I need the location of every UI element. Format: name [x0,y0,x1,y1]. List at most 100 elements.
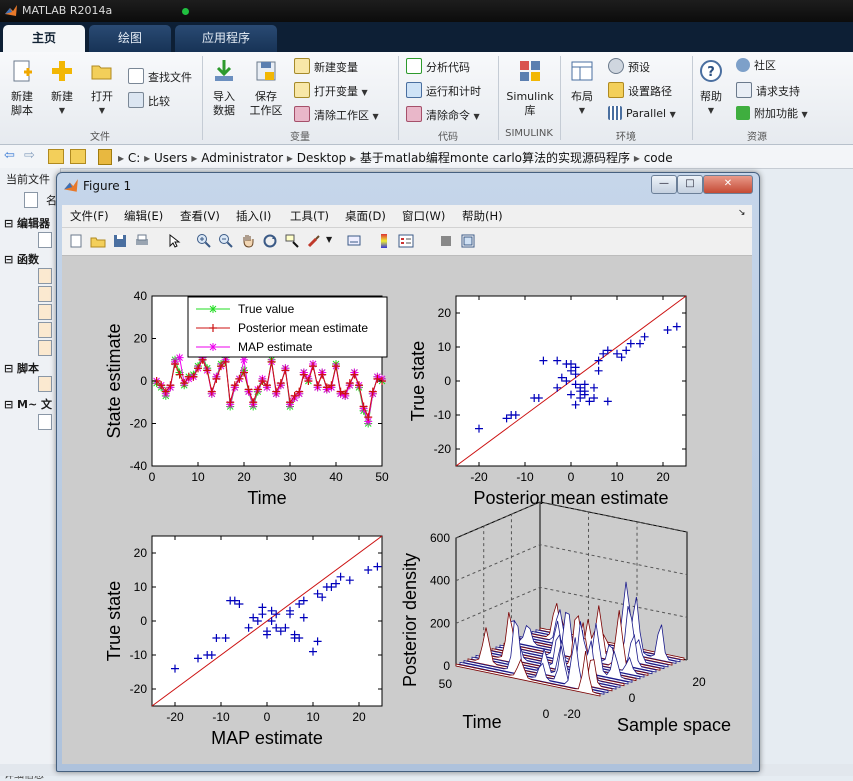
menu-edit[interactable]: 编辑(E) [124,208,163,224]
clear-commands-button[interactable]: 清除命令 ▼ [406,106,480,125]
simulink-label-1: Simulink [506,90,554,103]
back-arrow-icon[interactable]: ⇦ [4,148,15,163]
brush-icon[interactable] [306,233,322,249]
tab-home[interactable]: 主页 [3,25,85,52]
run-time-label: 运行和计时 [426,85,481,98]
new-variable-button[interactable]: 新建变量 [294,58,358,76]
parallel-label: Parallel [626,107,667,120]
analyze-code-button[interactable]: 分析代码 [406,58,470,76]
save-icon[interactable] [112,233,128,249]
analyze-code-icon [406,58,422,74]
simulink-library-button[interactable]: Simulink 库 [502,58,558,118]
open-file-icon[interactable] [90,233,106,249]
set-path-button[interactable]: 设置路径 [608,82,672,100]
run-time-button[interactable]: 运行和计时 [406,82,481,100]
tab-apps[interactable]: 应用程序 [175,25,277,52]
axes-0-ytick-label: 20 [134,332,148,346]
layout-button[interactable]: 布局 ▼ [564,58,600,118]
save-workspace-button[interactable]: 保存 工作区 [246,58,286,118]
preferences-button[interactable]: 预设 [608,58,650,76]
function-file-icon[interactable] [38,322,52,338]
function-file-icon[interactable] [38,286,52,302]
axes-3-time-tick-label: 0 [543,707,550,721]
zoom-out-icon[interactable] [218,233,234,249]
function-file-icon[interactable] [38,340,52,356]
chevron-down-icon[interactable]: ▼ [326,235,332,244]
minimize-button[interactable]: — [651,175,677,194]
simulink-icon [520,61,540,81]
maximize-button[interactable]: □ [677,175,703,194]
function-file-icon[interactable] [38,304,52,320]
rotate-3d-icon[interactable] [262,233,278,249]
data-cursor-icon[interactable] [284,233,300,249]
breadcrumb-item[interactable]: Users [154,151,188,165]
menu-file[interactable]: 文件(F) [70,208,109,224]
link-plot-icon[interactable] [346,233,362,249]
section-m-files[interactable]: ⊟ M~ 文 [4,396,52,412]
section-functions[interactable]: ⊟ 函数 [4,251,39,267]
axes-0-xtick-label: 0 [149,470,156,484]
browse-folder-icon[interactable] [70,149,86,164]
folder-icon [608,82,624,98]
pan-hand-icon[interactable] [240,233,256,249]
menu-insert[interactable]: 插入(I) [236,208,271,224]
tab-plots[interactable]: 绘图 [89,25,171,52]
menu-view[interactable]: 查看(V) [180,208,220,224]
show-plot-tools-icon[interactable] [460,233,476,249]
figure-canvas[interactable]: 0 10 20 30 40 50 -40 -20 0 20 40 Time State estimate… [62,256,752,764]
print-icon[interactable] [134,233,150,249]
hide-plot-tools-icon[interactable] [438,233,454,249]
request-support-button[interactable]: 请求支持 [736,82,800,100]
menu-tools[interactable]: 工具(T) [290,208,329,224]
figure-axes[interactable]: 0 10 20 30 40 50 -40 -20 0 20 40 Time State estimate… [62,256,752,764]
axes-3-time-tick-label: 50 [439,677,453,691]
open-variable-button[interactable]: 打开变量 ▼ [294,82,368,101]
section-simulink: SIMULINK [505,128,553,139]
collapse-icon: ⊟ [4,217,18,230]
parallel-button[interactable]: Parallel ▼ [608,106,676,123]
help-button[interactable]: ? 帮助 ▼ [694,58,728,118]
import-data-button[interactable]: 导入 数据 [206,58,242,118]
chevron-down-icon: ▼ [801,110,808,119]
breadcrumb-item[interactable]: code [644,151,673,165]
legend-icon[interactable] [398,233,414,249]
script-file-icon[interactable] [38,376,52,392]
open-button[interactable]: 打开 ▼ [84,58,120,118]
new-button[interactable]: 新建 ▼ [44,58,80,118]
menu-desktop[interactable]: 桌面(D) [345,208,386,224]
legend-label: Posterior mean estimate [238,321,368,335]
up-folder-icon[interactable] [48,149,64,164]
clear-workspace-button[interactable]: 清除工作区 ▼ [294,106,379,125]
breadcrumb-item[interactable]: Administrator [201,151,283,165]
menu-window[interactable]: 窗口(W) [402,208,445,224]
dock-arrow-icon[interactable]: ↘ [738,208,746,218]
section-environment: 环境 [616,132,636,143]
breadcrumb-item[interactable]: Desktop [297,151,347,165]
breadcrumb-item[interactable]: 基于matlab编程monte carlo算法的实现源码程序 [360,151,630,165]
new-script-button[interactable]: 新建 脚本 [4,58,40,118]
function-file-icon[interactable] [38,268,52,284]
zoom-in-icon[interactable] [196,233,212,249]
new-figure-icon[interactable] [68,233,84,249]
file-icon[interactable] [38,232,52,248]
section-editor[interactable]: ⊟ 编辑器 [4,215,50,231]
path-folder-icon [98,149,112,165]
addons-button[interactable]: 附加功能 ▼ [736,106,808,123]
compare-button[interactable]: 比较 [128,92,170,110]
pointer-icon[interactable] [166,233,182,249]
axes-3-sample-tick-label: 20 [692,675,706,689]
colorbar-icon[interactable] [376,233,392,249]
save-workspace-icon [256,61,276,81]
breadcrumb-item[interactable]: C: [128,151,140,165]
community-button[interactable]: 社区 [736,58,776,74]
layout-label: 布局 [571,90,593,103]
figure-window[interactable]: Figure 1 — □ ✕ 文件(F) 编辑(E) 查看(V) 插入(I) 工… [56,172,760,772]
menu-help[interactable]: 帮助(H) [462,208,503,224]
save-workspace-label-2: 工作区 [249,104,283,117]
forward-arrow-icon[interactable]: ⇨ [24,148,35,163]
section-scripts[interactable]: ⊟ 脚本 [4,360,39,376]
collapse-icon: ⊟ [4,398,18,411]
find-files-button[interactable]: 查找文件 [128,68,192,86]
file-icon[interactable] [38,414,52,430]
close-button[interactable]: ✕ [703,175,753,194]
